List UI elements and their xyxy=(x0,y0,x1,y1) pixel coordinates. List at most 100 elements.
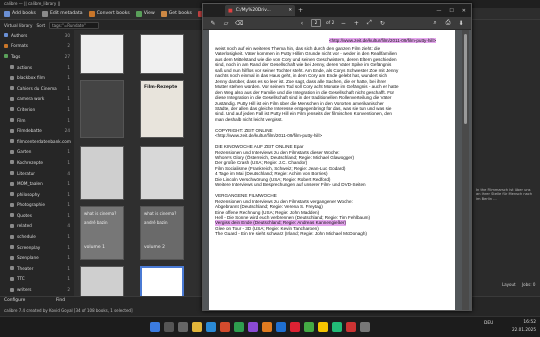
tag-browser-item[interactable]: MOM_taalen 1 xyxy=(0,178,74,189)
tag-browser-item[interactable]: philosophy 1 xyxy=(0,189,74,200)
book-cover[interactable] xyxy=(140,146,184,200)
search-taskbar-icon[interactable] xyxy=(164,322,174,332)
tag-browser-item[interactable]: Screenplay 1 xyxy=(0,242,74,253)
tag-count: 24 xyxy=(64,128,70,134)
edit-metadata-label: Edit metadata xyxy=(49,11,83,16)
close-tab-icon[interactable]: ✕ xyxy=(288,8,292,13)
tag-label: philosophy xyxy=(17,191,40,197)
app-icon[interactable] xyxy=(290,322,300,332)
category-icon xyxy=(4,54,8,59)
jobs-indicator[interactable]: Jobs: 0 xyxy=(522,282,535,287)
close-window-icon[interactable]: ✕ xyxy=(462,8,466,14)
text-line: Weitere Interviews und Besprechungen auf… xyxy=(215,182,366,188)
tag-label: MOM_taalen xyxy=(17,181,43,187)
task-view-icon[interactable] xyxy=(178,322,188,332)
print-icon[interactable]: ⎙ xyxy=(444,19,452,27)
view-button[interactable]: View xyxy=(135,10,155,17)
rotate-icon[interactable]: ↻ xyxy=(378,20,386,27)
clock-time[interactable]: 16:52 xyxy=(512,320,536,325)
tag-browser-item[interactable]: Filmdebatte 24 xyxy=(0,125,74,136)
app-icon[interactable] xyxy=(276,322,286,332)
book-cover[interactable]: Film-Rezepte xyxy=(140,80,184,138)
book-cover[interactable] xyxy=(80,266,124,296)
tag-label: actions xyxy=(17,64,33,70)
layout-button[interactable]: Layout xyxy=(502,282,516,287)
pdf-app-icon[interactable] xyxy=(346,322,356,332)
edge-icon[interactable] xyxy=(206,322,216,332)
app-icon[interactable] xyxy=(234,322,244,332)
tab-title: C:/My%20Driv... xyxy=(235,8,271,13)
zoom-in-icon[interactable]: + xyxy=(352,20,360,27)
tag-label: Film xyxy=(17,117,26,123)
tag-label: Screenplay xyxy=(17,244,41,250)
text-line: DIE KINOWOCHE AUF ZEIT ONLINE Epar xyxy=(215,144,304,150)
book-cover[interactable] xyxy=(80,80,124,138)
app-icon[interactable] xyxy=(332,322,342,332)
app-icon[interactable] xyxy=(248,322,258,332)
page-up-icon[interactable]: ‹ xyxy=(298,20,306,27)
sort-button[interactable]: Sort xyxy=(37,23,46,28)
add-books-button[interactable]: Add books xyxy=(4,10,36,17)
book-cover-selected[interactable] xyxy=(140,266,184,296)
book-cover[interactable] xyxy=(80,146,124,200)
tag-browser-item[interactable]: blackbox film 1 xyxy=(0,72,74,83)
erase-icon[interactable]: ⌫ xyxy=(235,20,243,27)
tag-browser-item[interactable]: Tags 27 xyxy=(0,51,74,62)
tag-browser-item[interactable]: Formats 2 xyxy=(0,41,74,52)
highlight-icon[interactable]: ▱ xyxy=(222,20,230,27)
tag-browser-item[interactable]: actions 1 xyxy=(0,62,74,73)
text-line: weist noch auf ein weiteres Thema hin, d… xyxy=(215,46,381,51)
clock-date[interactable]: 22.01.2025 xyxy=(506,327,536,332)
calibre-app-icon[interactable] xyxy=(360,322,370,332)
tag-browser-item[interactable]: filmcenterdatenbank.com1 xyxy=(0,136,77,147)
app-icon[interactable] xyxy=(304,322,314,332)
tag-browser-item[interactable]: TTC 1 xyxy=(0,274,74,285)
tag-browser-item[interactable]: Szenplane 1 xyxy=(0,252,74,263)
find-button[interactable]: Find xyxy=(56,298,65,303)
zoom-out-icon[interactable]: − xyxy=(339,20,347,27)
tag-browser-item[interactable]: Garten 1 xyxy=(0,147,74,158)
tag-browser-item[interactable]: Literatur 4 xyxy=(0,168,74,179)
office-icon[interactable] xyxy=(220,322,230,332)
tag-browser-item[interactable]: Photographie 1 xyxy=(0,200,74,211)
document-area[interactable]: <http://www.zeit.de/kultur/film/2011-09/… xyxy=(203,30,471,310)
tag-browser-item[interactable]: schedule 1 xyxy=(0,231,74,242)
book-cover[interactable] xyxy=(80,34,124,74)
tag-browser-item[interactable]: Cahiers du Cinema 1 xyxy=(0,83,74,94)
save-icon[interactable]: ⬇ xyxy=(457,20,465,27)
new-tab-icon[interactable]: + xyxy=(298,7,303,14)
tag-browser-item[interactable]: related 4 xyxy=(0,221,74,232)
tag-browser-item[interactable]: Criterion 1 xyxy=(0,104,74,115)
tag-browser-item[interactable]: camera work 1 xyxy=(0,94,74,105)
tag-browser-item[interactable]: Theater 1 xyxy=(0,263,74,274)
scrollbar-thumb[interactable] xyxy=(464,34,467,124)
virtual-library-button[interactable]: Virtual library xyxy=(4,23,33,28)
tag-browser-item[interactable]: Film 1 xyxy=(0,115,74,126)
language-indicator[interactable]: DEU xyxy=(484,321,493,326)
book-cover[interactable]: what is cinema? andré bazin volume 2 xyxy=(140,206,184,260)
book-cover[interactable]: what is cinema? andré bazin volume 1 xyxy=(80,206,124,260)
tag-browser-item[interactable]: Kochrezepte 1 xyxy=(0,157,74,168)
app-icon[interactable] xyxy=(318,322,328,332)
viewer-tab[interactable]: ■ C:/My%20Driv... ✕ xyxy=(225,5,295,16)
tag-count: 1 xyxy=(67,64,70,70)
tag-browser-item[interactable]: Authors 30 xyxy=(0,30,74,41)
convert-books-button[interactable]: Convert books xyxy=(88,10,130,17)
configure-button[interactable]: Configure xyxy=(4,298,25,303)
fit-page-icon[interactable]: ⤢ xyxy=(365,19,373,27)
tag-browser-item[interactable]: writers 2 xyxy=(0,284,74,295)
category-icon xyxy=(4,43,8,48)
book-cover[interactable] xyxy=(140,34,184,74)
search-input[interactable]: tags:"=Rundate" xyxy=(49,21,100,29)
search-icon[interactable]: ⌕ xyxy=(431,19,439,27)
app-icon[interactable] xyxy=(262,322,272,332)
edit-metadata-button[interactable]: Edit metadata xyxy=(41,10,83,17)
tag-browser-item[interactable]: Quotes 1 xyxy=(0,210,74,221)
maximize-icon[interactable]: ☐ xyxy=(449,8,453,14)
start-icon[interactable] xyxy=(150,322,160,332)
file-explorer-icon[interactable] xyxy=(192,322,202,332)
draw-icon[interactable]: ✎ xyxy=(209,20,217,27)
get-books-button[interactable]: Get books xyxy=(160,10,192,17)
minimize-icon[interactable]: — xyxy=(436,8,441,14)
page-number-input[interactable]: 2 xyxy=(311,19,321,27)
